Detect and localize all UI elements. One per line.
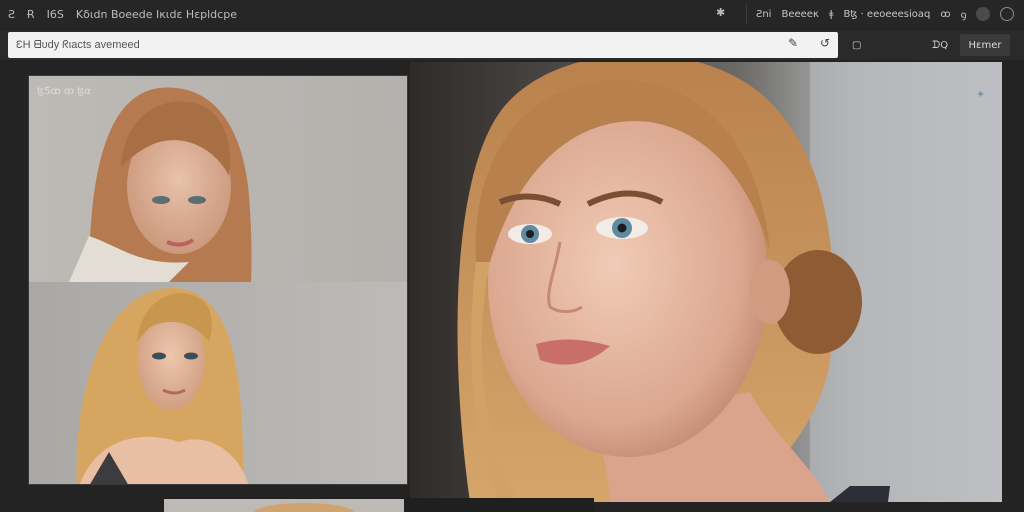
refresh-icon[interactable]: ↺ — [820, 36, 830, 50]
control-label[interactable]: ᗪQ — [932, 30, 948, 60]
menu-item[interactable]: Ƨni — [756, 9, 771, 20]
tool-button[interactable]: Ηεmer — [960, 34, 1010, 56]
app-title: Κδιdn Βoeede Ικιdε Ηεpldcpe — [75, 7, 237, 21]
avatar[interactable] — [976, 7, 991, 21]
edit-icon[interactable]: ✎ — [788, 36, 798, 50]
square-icon[interactable]: ▢ — [852, 30, 861, 60]
panel-label: ꜩ5ꝏ ꝏ ꜩα — [37, 86, 91, 97]
globe-icon[interactable] — [1000, 7, 1015, 21]
portrait-thumbnail-image — [29, 76, 407, 282]
title-bar-left: Ƨ Ɍ Ι6Ѕ Κδιdn Βoeede Ικιdε Ηεpldcpe — [8, 0, 237, 28]
title-bar: Ƨ Ɍ Ι6Ѕ Κδιdn Βoeede Ικιdε Ηεpldcpe ✱ Ƨn… — [0, 0, 1024, 28]
sparkle-icon[interactable]: ✱ — [716, 6, 725, 19]
thumbnail-1[interactable] — [29, 76, 407, 282]
search-box: ✎ ↺ — [8, 32, 838, 58]
strip-image — [164, 499, 594, 512]
image-preview[interactable]: ✦ — [410, 62, 1002, 502]
menu-item[interactable]: Ɍ — [27, 8, 35, 21]
bottom-thumbnail-strip — [164, 498, 594, 512]
portrait-thumbnail-image — [29, 282, 407, 484]
thumbnail-2[interactable] — [29, 282, 407, 484]
menu-item[interactable]: ꝯ — [961, 7, 967, 21]
portrait-preview-image — [410, 62, 1002, 502]
divider — [746, 4, 747, 24]
search-row: ✎ ↺ ▢ ᗪQ Ηεmer — [0, 30, 1024, 60]
menu-item[interactable]: ꝏ — [940, 9, 950, 20]
menu-item[interactable]: Ƨ — [8, 8, 15, 21]
menu-item[interactable]: ǂ — [829, 9, 834, 20]
search-input[interactable] — [8, 32, 768, 58]
thumbnail-panel: ꜩ5ꝏ ꝏ ꜩα — [28, 75, 408, 485]
pin-icon[interactable]: ✦ — [976, 88, 985, 101]
menu-item[interactable]: Βeeeeκ — [781, 9, 818, 20]
title-bar-right: Ƨni Βeeeeκ ǂ Βꜩ ⋅ eeoeeesioaq ꝏ ꝯ — [756, 0, 1015, 28]
menu-item[interactable]: Ι6Ѕ — [47, 8, 64, 21]
menu-item[interactable]: Βꜩ ⋅ eeoeeesioaq — [843, 9, 930, 20]
